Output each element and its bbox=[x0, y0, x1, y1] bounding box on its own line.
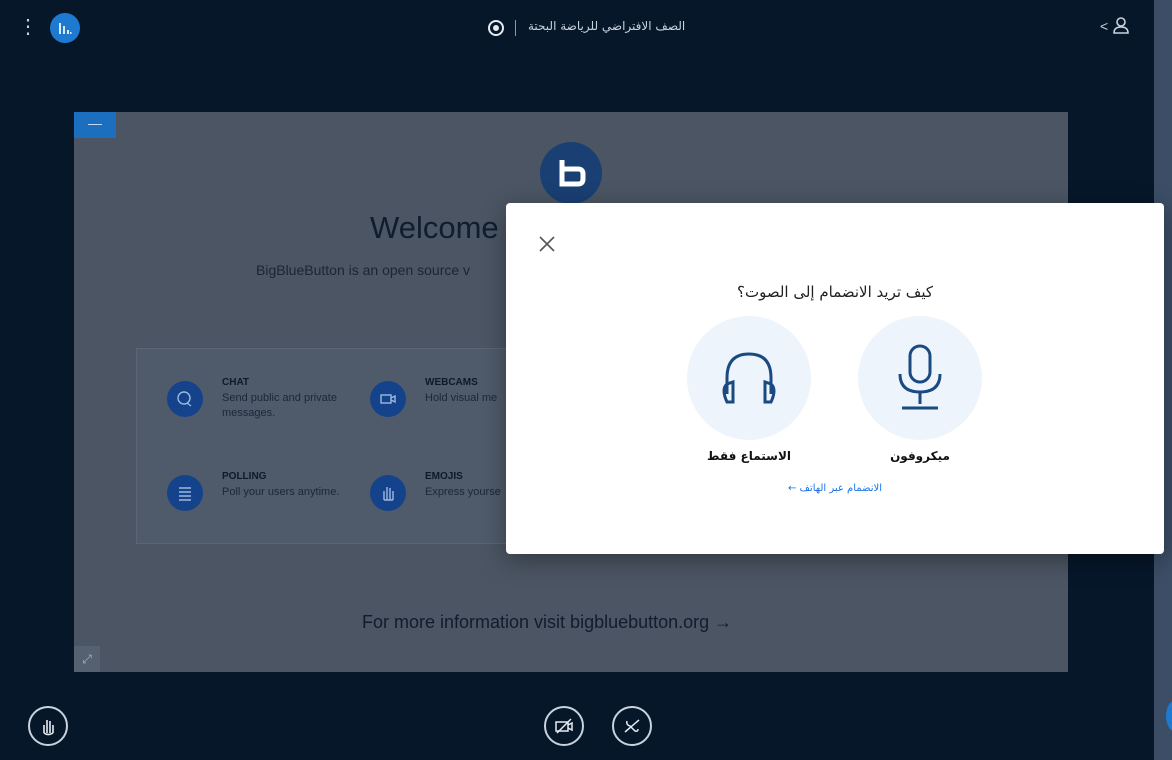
headphones-icon bbox=[722, 352, 776, 404]
title-divider bbox=[515, 20, 516, 36]
join-audio-button[interactable] bbox=[612, 706, 652, 746]
listen-only-label: الاستماع فقط bbox=[706, 449, 792, 463]
feature-title: WEBCAMS bbox=[425, 377, 478, 388]
app-logo-icon[interactable] bbox=[50, 13, 80, 43]
modal-title: كيف تريد الانضمام إلى الصوت؟ bbox=[736, 283, 934, 301]
microphone-icon bbox=[898, 344, 942, 410]
polling-icon bbox=[167, 475, 203, 511]
chevron-left-icon: < bbox=[1100, 18, 1109, 34]
mic-off-icon bbox=[624, 719, 640, 733]
users-list-toggle[interactable]: < bbox=[1100, 16, 1140, 40]
share-webcam-button[interactable] bbox=[544, 706, 584, 746]
options-menu-icon[interactable]: ⋮ bbox=[18, 16, 38, 38]
listen-only-circle bbox=[687, 316, 811, 440]
microphone-circle bbox=[858, 316, 982, 440]
recording-icon[interactable] bbox=[488, 20, 504, 36]
top-bar: ⋮ الصف الافتراضي للرياضة البحتة < bbox=[0, 0, 1154, 56]
minimize-presentation-button[interactable]: — bbox=[74, 112, 116, 138]
close-icon bbox=[539, 236, 555, 252]
feature-title: POLLING bbox=[222, 471, 267, 482]
join-audio-modal: كيف تريد الانضمام إلى الصوت؟ ميكروفون ال… bbox=[506, 203, 1164, 554]
welcome-description: BigBlueButton is an open source v bbox=[256, 262, 471, 278]
join-by-phone-link[interactable]: الانضمام عبر الهاتف ← bbox=[506, 483, 1164, 494]
raise-hand-button[interactable] bbox=[28, 706, 68, 746]
bbb-logo-icon bbox=[540, 142, 602, 204]
raise-hand-icon bbox=[43, 720, 54, 736]
bars-icon bbox=[59, 23, 72, 34]
close-button[interactable] bbox=[536, 233, 558, 255]
chat-icon bbox=[167, 381, 203, 417]
feature-title: EMOJIS bbox=[425, 471, 463, 482]
feature-title: CHAT bbox=[222, 377, 250, 388]
listen-only-option-button[interactable]: الاستماع فقط bbox=[687, 316, 811, 466]
bottom-action-bar bbox=[0, 686, 1154, 760]
hand-icon bbox=[370, 475, 406, 511]
feature-chat: CHAT Send public and private messages. bbox=[137, 373, 347, 433]
microphone-label: ميكروفون bbox=[890, 449, 950, 463]
welcome-title: Welcome bbox=[370, 210, 499, 245]
meeting-title: الصف الافتراضي للرياضة البحتة bbox=[528, 19, 686, 33]
fullscreen-button[interactable]: ⤢ bbox=[74, 646, 100, 672]
webcam-icon bbox=[370, 381, 406, 417]
meeting-title-area: الصف الافتراضي للرياضة البحتة bbox=[488, 14, 728, 42]
microphone-option-button[interactable]: ميكروفون bbox=[858, 316, 982, 466]
user-icon bbox=[1113, 17, 1129, 34]
feature-polling: POLLING Poll your users anytime. bbox=[137, 467, 347, 527]
camera-off-icon bbox=[555, 718, 573, 734]
more-info-text: For more information visit bigbluebutton… bbox=[362, 612, 733, 632]
